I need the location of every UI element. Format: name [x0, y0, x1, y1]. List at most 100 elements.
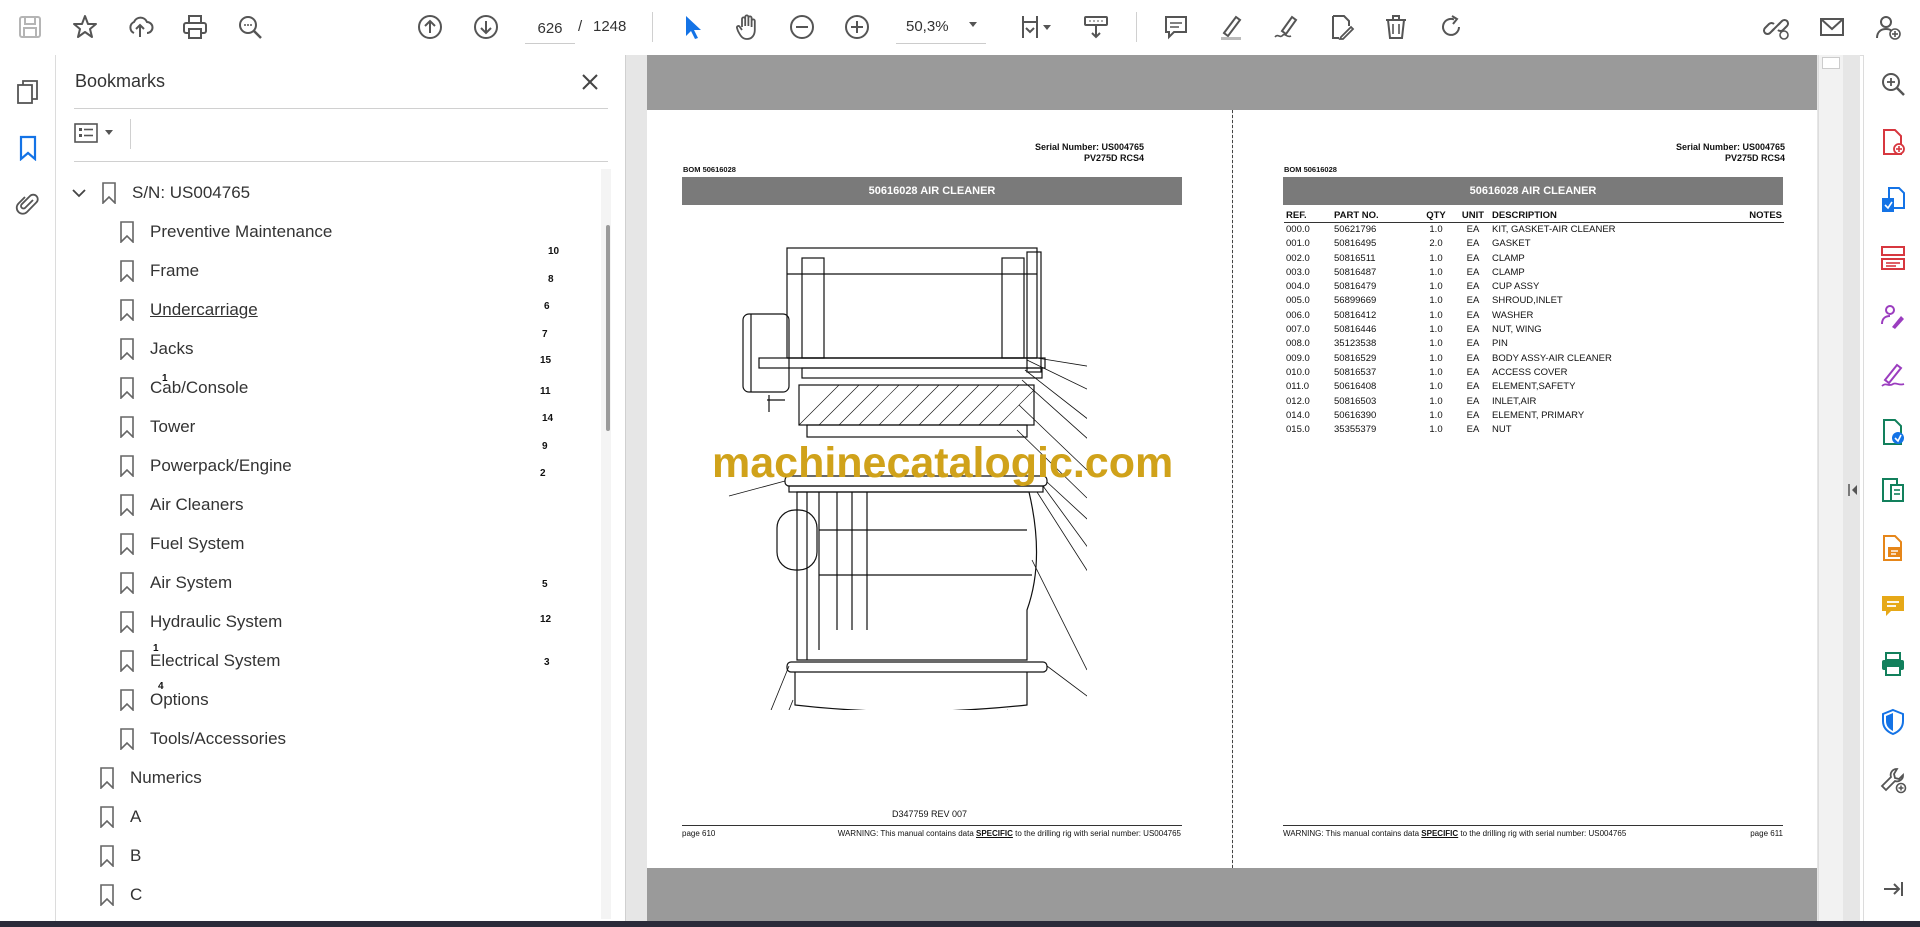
rotate-icon[interactable]: [1431, 8, 1471, 46]
attachments-icon[interactable]: [8, 184, 48, 224]
footer-rule: [1283, 825, 1783, 826]
compress-pdf-icon[interactable]: [1874, 471, 1912, 509]
bookmark-item[interactable]: B: [96, 837, 141, 875]
more-tools-icon[interactable]: [1874, 761, 1912, 799]
create-pdf-icon[interactable]: [1874, 123, 1912, 161]
bookmark-tree: S/N: US004765 Preventive Maintenance Fram…: [56, 169, 596, 921]
print-icon[interactable]: [175, 8, 215, 46]
table-cell: [1740, 252, 1784, 266]
table-cell: EA: [1466, 381, 1480, 393]
bookmark-item[interactable]: Jacks: [116, 330, 193, 368]
table-row: 015.0 35355379 1.0 EA NUT: [1284, 423, 1784, 437]
close-icon[interactable]: [576, 68, 604, 96]
collapse-right-panel-icon[interactable]: [1843, 478, 1863, 502]
sign-icon[interactable]: [1266, 8, 1306, 46]
edit-text-icon[interactable]: [1874, 355, 1912, 393]
bookmark-item[interactable]: Electrical System: [116, 642, 280, 680]
bookmark-item[interactable]: Powerpack/Engine: [116, 447, 292, 485]
comment-icon[interactable]: [1156, 8, 1196, 46]
delete-icon[interactable]: [1376, 8, 1416, 46]
fill-sign-icon[interactable]: [1874, 297, 1912, 335]
panel-divider: [130, 119, 131, 149]
bookmark-item[interactable]: Tools/Accessories: [116, 720, 286, 758]
bookmark-item[interactable]: Air Cleaners: [116, 486, 244, 524]
table-cell: 50816503: [1334, 395, 1377, 407]
document-scrollbar-thumb[interactable]: [1822, 57, 1840, 69]
bookmark-options-button[interactable]: [74, 118, 120, 148]
section-title: 50616028 AIR CLEANER: [682, 177, 1182, 205]
bookmark-label: Tools/Accessories: [150, 729, 287, 748]
table-cell: 004.0: [1286, 281, 1310, 293]
upload-icon[interactable]: [120, 8, 160, 46]
organize-pages-icon[interactable]: [1874, 239, 1912, 277]
hand-icon[interactable]: [727, 8, 767, 46]
page-thumbnails-icon[interactable]: [8, 72, 48, 112]
table-cell: [1740, 380, 1784, 394]
bookmark-item[interactable]: Numerics: [96, 759, 202, 797]
table-cell: 50816446: [1334, 324, 1377, 336]
select-arrow-icon[interactable]: [672, 8, 712, 46]
bookmark-item[interactable]: Hydraulic System: [116, 603, 282, 641]
bookmark-item[interactable]: Undercarriage: [116, 291, 258, 329]
bookmarks-title: Bookmarks: [75, 71, 166, 91]
add-comment-icon[interactable]: [1874, 587, 1912, 625]
bookmark-item[interactable]: Fuel System: [116, 525, 244, 563]
bookmark-item[interactable]: Air System: [116, 564, 232, 602]
fit-page-icon[interactable]: [1010, 8, 1060, 46]
callout-number: 12: [540, 614, 552, 625]
bookmark-item[interactable]: Tower: [116, 408, 195, 446]
highlight-icon[interactable]: [1211, 8, 1251, 46]
bookmark-label: Undercarriage: [150, 300, 258, 319]
print-production-icon[interactable]: [1874, 645, 1912, 683]
bookmark-icon: [116, 570, 138, 596]
table-cell: NUT: [1492, 424, 1512, 436]
star-icon[interactable]: [65, 8, 105, 46]
edit-pdf-icon[interactable]: [1321, 8, 1361, 46]
mail-icon[interactable]: [1812, 8, 1852, 46]
scroll-mode-icon[interactable]: [1076, 8, 1116, 46]
bookmark-item[interactable]: A: [96, 798, 141, 836]
page-down-icon[interactable]: [466, 8, 506, 46]
warning-emphasis: SPECIFIC: [976, 829, 1013, 838]
protect-icon[interactable]: [1874, 703, 1912, 741]
section-title: 50616028 AIR CLEANER: [1283, 177, 1783, 205]
zoom-in-icon[interactable]: [837, 8, 877, 46]
bookmark-item[interactable]: Preventive Maintenance: [116, 213, 332, 251]
pdf-page-611[interactable]: Serial Number: US004765 PV275D RCS4 BOM …: [1233, 110, 1817, 868]
table-cell: 1.0: [1429, 266, 1443, 278]
page-up-icon[interactable]: [410, 8, 450, 46]
table-cell: 50816495: [1334, 238, 1377, 250]
export-pdf-icon[interactable]: [1874, 181, 1912, 219]
table-cell: EA: [1466, 224, 1480, 235]
share-link-icon[interactable]: [1756, 8, 1796, 46]
expand-panel-icon[interactable]: [1874, 870, 1912, 908]
bookmark-item[interactable]: C: [96, 876, 142, 914]
table-cell: [1740, 395, 1784, 409]
bookmark-root[interactable]: S/N: US004765: [68, 174, 250, 212]
page-background: [647, 55, 1817, 110]
zoom-out-icon[interactable]: [782, 8, 822, 46]
serial-number: Serial Number: US004765: [1034, 142, 1144, 152]
table-cell: [1740, 366, 1784, 380]
bookmark-item[interactable]: Cab/Console: [116, 369, 248, 407]
table-cell: EA: [1466, 366, 1480, 378]
zoom-tool-icon[interactable]: [1874, 65, 1912, 103]
bookmark-icon: [116, 531, 138, 557]
combine-files-icon[interactable]: [1874, 529, 1912, 567]
bookmark-panel-icon[interactable]: [8, 128, 48, 168]
zoom-select[interactable]: 50,3%: [896, 13, 986, 44]
page-number-input[interactable]: [525, 13, 575, 44]
chevron-down-icon[interactable]: [68, 182, 90, 204]
convert-pdf-icon[interactable]: [1874, 413, 1912, 451]
callout-number: 7: [542, 329, 548, 340]
search-icon[interactable]: [230, 8, 270, 46]
table-cell: 1.0: [1429, 338, 1443, 350]
document-scrollbar[interactable]: [1818, 55, 1843, 921]
account-icon[interactable]: [1868, 8, 1908, 46]
pdf-page-610[interactable]: Serial Number: US004765 PV275D RCS4 BOM …: [153, 110, 1232, 868]
save-icon[interactable]: [10, 8, 50, 46]
bookmark-item[interactable]: Frame: [116, 252, 199, 290]
taskbar-strip: [0, 921, 1920, 927]
bookmarks-scrollbar-thumb[interactable]: [606, 225, 610, 431]
table-cell: 010.0: [1286, 366, 1310, 378]
